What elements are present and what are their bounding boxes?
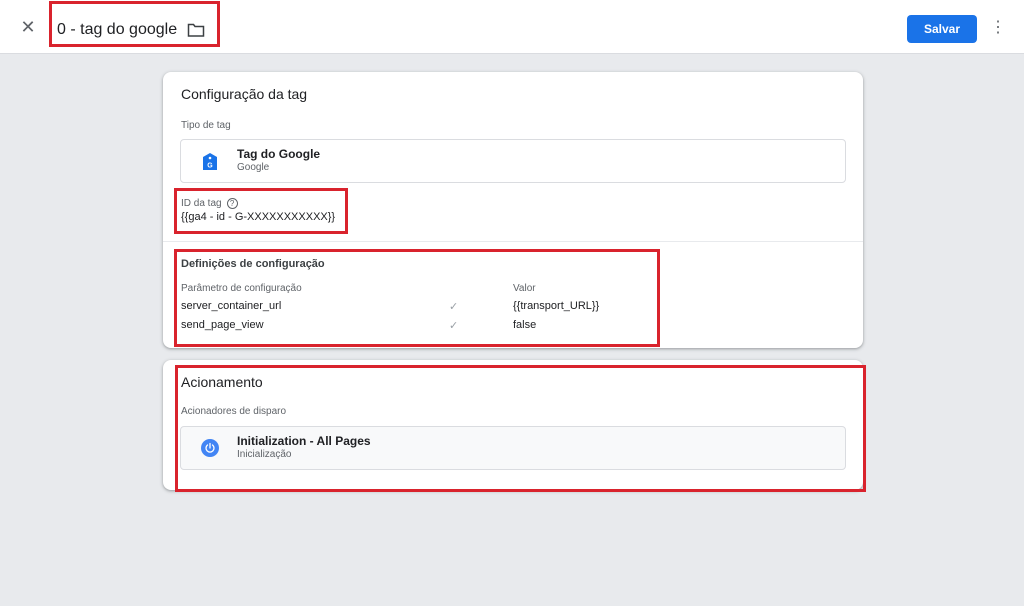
triggering-card[interactable]: Acionamento Acionadores de disparo Initi… (163, 360, 863, 490)
check-icon: ✓ (449, 320, 459, 332)
param-column-header: Parâmetro de configuração (181, 283, 302, 294)
tag-type-name: Tag do Google (237, 147, 321, 161)
param-name: send_page_view (181, 319, 264, 331)
settings-title: Definições de configuração (181, 258, 325, 270)
tag-type-vendor: Google (237, 162, 270, 173)
help-icon[interactable]: ? (226, 198, 238, 209)
check-icon: ✓ (449, 301, 459, 313)
section-divider (163, 241, 863, 242)
trigger-tile[interactable]: Initialization - All Pages Inicialização (180, 426, 846, 470)
config-card-title: Configuração da tag (181, 86, 308, 102)
tag-id-value: {{ga4 - id - G-XXXXXXXXXXX}} (181, 211, 336, 223)
tag-title-area: 0 - tag do google (57, 19, 205, 41)
close-icon[interactable]: ✕ (18, 17, 38, 37)
trigger-card-title: Acionamento (181, 374, 263, 390)
value-column-header: Valor (513, 283, 536, 294)
param-value: {{transport_URL}} (513, 300, 600, 312)
tag-name-title[interactable]: 0 - tag do google (57, 21, 177, 39)
power-icon (201, 439, 219, 457)
tag-id-label-row: ID da tag? (181, 198, 238, 209)
google-tag-icon: G (203, 153, 217, 170)
param-name: server_container_url (181, 300, 282, 312)
folder-icon[interactable] (187, 22, 205, 38)
more-vert-icon[interactable]: ⋮ (990, 17, 1006, 39)
save-button[interactable]: Salvar (907, 15, 977, 43)
tag-type-tile[interactable]: G Tag do Google Google (180, 139, 846, 183)
svg-text:G: G (207, 163, 213, 170)
param-value: false (513, 319, 537, 331)
triggers-label: Acionadores de disparo (181, 406, 287, 417)
trigger-name: Initialization - All Pages (237, 434, 371, 448)
trigger-type: Inicialização (237, 449, 292, 460)
tag-id-label: ID da tag (181, 198, 222, 210)
top-bar: ✕ 0 - tag do google Salvar ⋮ (0, 0, 1024, 54)
tag-type-label: Tipo de tag (181, 120, 231, 131)
tag-configuration-card[interactable]: Configuração da tag Tipo de tag G Tag do… (163, 72, 863, 348)
